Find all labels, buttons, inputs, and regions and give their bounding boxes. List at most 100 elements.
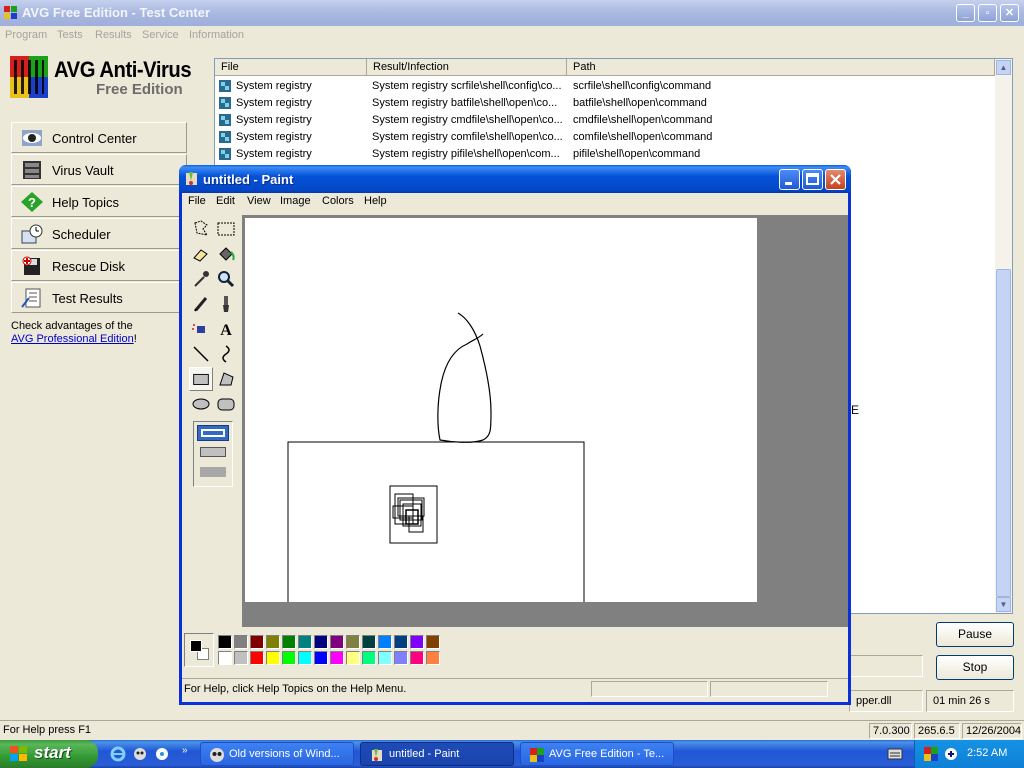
table-row[interactable]: System registry System registry scrfile\… bbox=[215, 78, 995, 95]
scroll-down-icon[interactable]: ▼ bbox=[996, 597, 1011, 612]
paint-title-bar[interactable]: untitled - Paint bbox=[179, 165, 851, 193]
color-swatch[interactable] bbox=[218, 651, 232, 665]
line-icon[interactable] bbox=[189, 342, 213, 366]
pause-button[interactable]: Pause bbox=[936, 622, 1014, 647]
outline-only-option[interactable] bbox=[197, 425, 229, 441]
color-swatch[interactable] bbox=[410, 635, 424, 649]
nav-virus-vault[interactable]: Virus Vault bbox=[11, 154, 187, 185]
paint-menu-view[interactable]: View bbox=[247, 195, 271, 207]
paint-minimize-button[interactable] bbox=[779, 169, 800, 190]
current-colors[interactable] bbox=[184, 633, 214, 667]
color-swatch[interactable] bbox=[250, 651, 264, 665]
avg-tray-icon[interactable] bbox=[923, 746, 939, 762]
color-swatch[interactable] bbox=[330, 651, 344, 665]
stop-button[interactable]: Stop bbox=[936, 655, 1014, 680]
paint-menu-colors[interactable]: Colors bbox=[322, 195, 354, 207]
color-swatch[interactable] bbox=[314, 635, 328, 649]
color-swatch[interactable] bbox=[234, 651, 248, 665]
scroll-up-icon[interactable]: ▲ bbox=[996, 60, 1011, 75]
color-swatch[interactable] bbox=[234, 635, 248, 649]
paint-menu-file[interactable]: File bbox=[188, 195, 206, 207]
minimize-button[interactable]: _ bbox=[956, 4, 975, 22]
color-swatch[interactable] bbox=[298, 651, 312, 665]
color-swatch[interactable] bbox=[346, 635, 360, 649]
keyboard-icon[interactable] bbox=[887, 747, 903, 761]
color-swatch[interactable] bbox=[282, 635, 296, 649]
avg-title-bar[interactable]: AVG Free Edition - Test Center _ ▫ ✕ bbox=[0, 0, 1024, 26]
color-picker-icon[interactable] bbox=[189, 267, 213, 291]
color-swatch[interactable] bbox=[362, 635, 376, 649]
menu-information[interactable]: Information bbox=[189, 29, 244, 41]
paint-close-button[interactable] bbox=[825, 169, 846, 190]
rect-select-icon[interactable] bbox=[214, 217, 238, 241]
restore-button[interactable]: ▫ bbox=[978, 4, 997, 22]
media-quicklaunch-icon[interactable] bbox=[154, 746, 170, 762]
free-select-icon[interactable] bbox=[189, 217, 213, 241]
color-swatch[interactable] bbox=[410, 651, 424, 665]
brush-icon[interactable] bbox=[214, 292, 238, 316]
nav-test-results[interactable]: Test Results bbox=[11, 282, 187, 313]
pro-edition-link[interactable]: AVG Professional Edition bbox=[11, 333, 134, 345]
color-swatch[interactable] bbox=[282, 651, 296, 665]
ie-quicklaunch-icon[interactable] bbox=[110, 746, 126, 762]
eraser-icon[interactable] bbox=[189, 242, 213, 266]
color-swatch[interactable] bbox=[394, 651, 408, 665]
color-swatch[interactable] bbox=[314, 651, 328, 665]
quicklaunch-chevron-icon[interactable]: » bbox=[182, 745, 188, 756]
paint-menu-image[interactable]: Image bbox=[280, 195, 311, 207]
color-swatch[interactable] bbox=[426, 651, 440, 665]
paint-menu-edit[interactable]: Edit bbox=[216, 195, 235, 207]
network-tray-icon[interactable] bbox=[943, 746, 959, 762]
color-swatch[interactable] bbox=[298, 635, 312, 649]
color-swatch[interactable] bbox=[362, 651, 376, 665]
col-header-result[interactable]: Result/Infection bbox=[367, 59, 567, 76]
canvas-area[interactable] bbox=[242, 215, 848, 627]
col-header-path[interactable]: Path bbox=[567, 59, 995, 76]
outline-fill-option[interactable] bbox=[200, 447, 226, 457]
table-row[interactable]: System registry System registry batfile\… bbox=[215, 95, 995, 112]
magnifier-icon[interactable] bbox=[214, 267, 238, 291]
color-swatch[interactable] bbox=[378, 651, 392, 665]
color-swatch[interactable] bbox=[394, 635, 408, 649]
menu-program[interactable]: Program bbox=[5, 29, 47, 41]
scroll-thumb[interactable] bbox=[996, 269, 1011, 597]
task-paint[interactable]: untitled - Paint bbox=[360, 742, 514, 766]
airbrush-icon[interactable] bbox=[189, 317, 213, 341]
start-button[interactable]: start bbox=[0, 740, 98, 768]
color-swatch[interactable] bbox=[266, 635, 280, 649]
nav-scheduler[interactable]: Scheduler bbox=[11, 218, 187, 249]
color-swatch[interactable] bbox=[250, 635, 264, 649]
fill-only-option[interactable] bbox=[200, 467, 226, 477]
table-row[interactable]: System registry System registry cmdfile\… bbox=[215, 112, 995, 129]
menu-service[interactable]: Service bbox=[142, 29, 179, 41]
close-button[interactable]: ✕ bbox=[1000, 4, 1019, 22]
clock[interactable]: 2:52 AM bbox=[967, 747, 1007, 759]
results-scrollbar[interactable]: ▲ ▼ bbox=[995, 59, 1012, 613]
table-row[interactable]: System registry System registry pifile\s… bbox=[215, 146, 995, 163]
ellipse-icon[interactable] bbox=[189, 392, 213, 416]
color-swatch[interactable] bbox=[426, 635, 440, 649]
task-avg[interactable]: AVG Free Edition - Te... bbox=[520, 742, 674, 766]
color-swatch[interactable] bbox=[218, 635, 232, 649]
col-header-file[interactable]: File bbox=[215, 59, 367, 76]
nav-help-topics[interactable]: ? Help Topics bbox=[11, 186, 187, 217]
color-swatch[interactable] bbox=[330, 635, 344, 649]
rounded-rect-icon[interactable] bbox=[214, 392, 238, 416]
nav-rescue-disk[interactable]: Rescue Disk bbox=[11, 250, 187, 281]
nav-control-center[interactable]: Control Center bbox=[11, 122, 187, 153]
rectangle-icon[interactable] bbox=[189, 367, 213, 391]
color-swatch[interactable] bbox=[346, 651, 360, 665]
text-icon[interactable]: A bbox=[214, 317, 238, 341]
drawing-canvas[interactable] bbox=[245, 218, 757, 602]
messenger-quicklaunch-icon[interactable] bbox=[132, 746, 148, 762]
paint-menu-help[interactable]: Help bbox=[364, 195, 387, 207]
table-row[interactable]: System registry System registry comfile\… bbox=[215, 129, 995, 146]
task-browser[interactable]: Old versions of Wind... bbox=[200, 742, 354, 766]
paint-maximize-button[interactable] bbox=[802, 169, 823, 190]
pencil-icon[interactable] bbox=[189, 292, 213, 316]
color-swatch[interactable] bbox=[378, 635, 392, 649]
polygon-icon[interactable] bbox=[214, 367, 238, 391]
curve-icon[interactable] bbox=[214, 342, 238, 366]
menu-tests[interactable]: Tests bbox=[57, 29, 83, 41]
color-swatch[interactable] bbox=[266, 651, 280, 665]
